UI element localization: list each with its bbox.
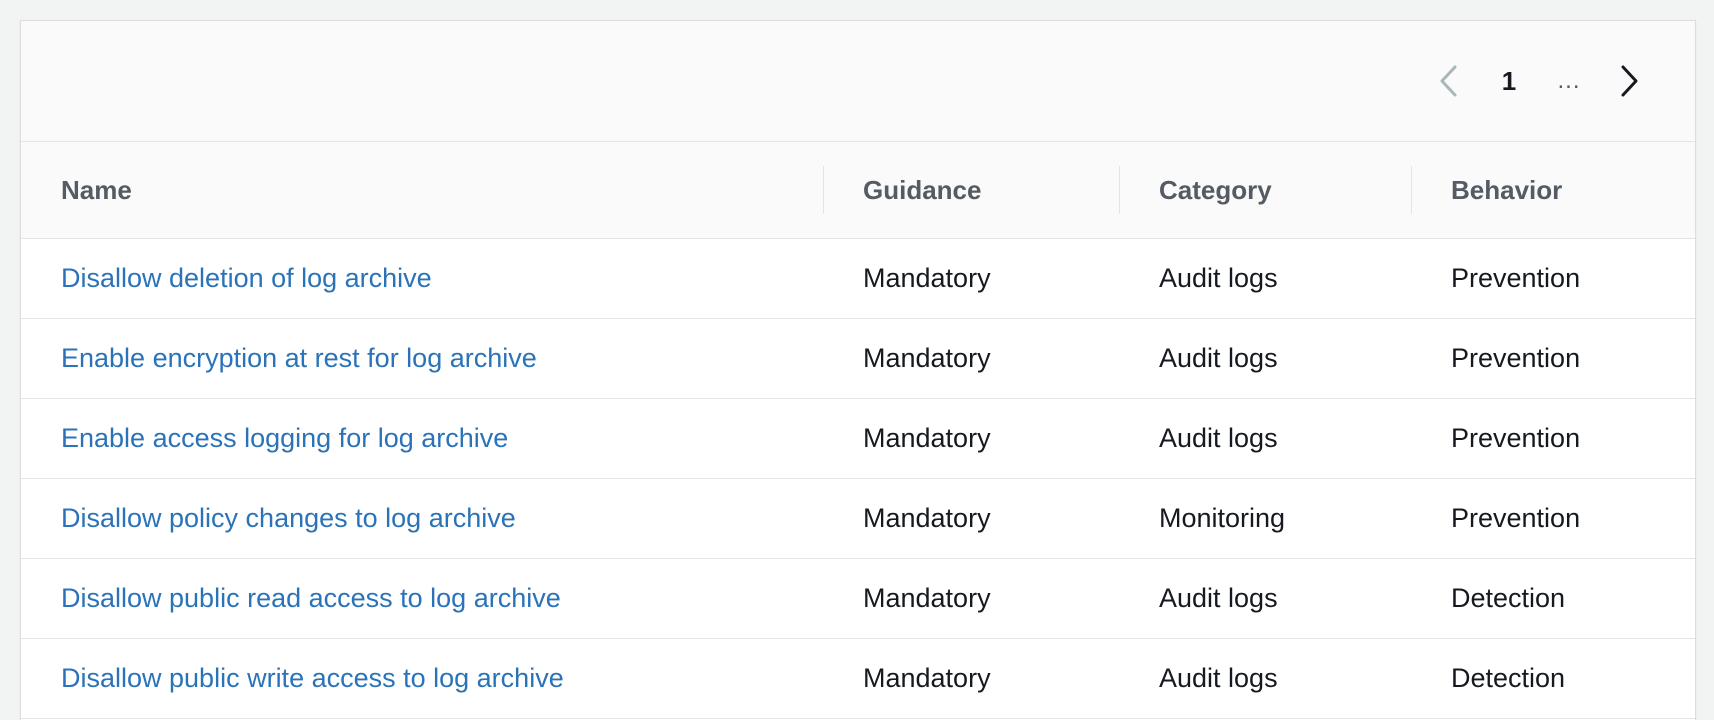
previous-page-button[interactable] [1419,61,1479,101]
next-page-button[interactable] [1599,61,1659,101]
page-number-current[interactable]: 1 [1479,61,1539,101]
chevron-right-icon [1621,65,1638,97]
table-toolbar: 1 ... [21,21,1695,142]
behavior-cell: Prevention [1411,318,1695,399]
column-header-label: Category [1159,174,1272,205]
guardrail-name-link[interactable]: Enable access logging for log archive [61,423,508,453]
category-cell: Audit logs [1119,398,1411,479]
table-row: Enable encryption at rest for log archiv… [21,318,1695,399]
behavior-cell: Detection [1411,638,1695,719]
guardrail-name-link[interactable]: Disallow policy changes to log archive [61,503,516,533]
column-header-label: Name [61,174,132,205]
guidance-cell: Mandatory [823,558,1119,639]
table-row: Disallow public read access to log archi… [21,558,1695,639]
category-cell: Audit logs [1119,318,1411,399]
table-row: Enable access logging for log archive Ma… [21,398,1695,479]
chevron-left-icon [1440,65,1457,97]
column-header-name[interactable]: Name [21,142,823,239]
behavior-cell: Prevention [1411,398,1695,479]
column-divider[interactable] [1411,166,1412,214]
guidance-cell: Mandatory [823,398,1119,479]
category-cell: Audit logs [1119,238,1411,319]
column-header-guidance[interactable]: Guidance [823,142,1119,239]
name-cell: Disallow public read access to log archi… [21,558,823,639]
guidance-cell: Mandatory [823,318,1119,399]
guardrails-table-panel: 1 ... Name Guidance Category Behavior Di… [20,20,1696,720]
guardrails-table: Name Guidance Category Behavior Disallow… [21,142,1695,719]
column-header-label: Behavior [1451,174,1563,205]
behavior-cell: Prevention [1411,238,1695,319]
table-row: Disallow policy changes to log archive M… [21,478,1695,559]
column-divider[interactable] [823,166,824,214]
guardrail-name-link[interactable]: Disallow public read access to log archi… [61,583,561,613]
column-header-label: Guidance [863,174,982,205]
behavior-cell: Detection [1411,558,1695,639]
name-cell: Enable encryption at rest for log archiv… [21,318,823,399]
guidance-cell: Mandatory [823,478,1119,559]
category-cell: Audit logs [1119,558,1411,639]
guardrail-name-link[interactable]: Enable encryption at rest for log archiv… [61,343,537,373]
column-header-category[interactable]: Category [1119,142,1411,239]
name-cell: Disallow deletion of log archive [21,238,823,319]
table-row: Disallow public write access to log arch… [21,638,1695,719]
guardrail-name-link[interactable]: Disallow public write access to log arch… [61,663,564,693]
guardrail-name-link[interactable]: Disallow deletion of log archive [61,263,432,293]
name-cell: Disallow public write access to log arch… [21,638,823,719]
name-cell: Enable access logging for log archive [21,398,823,479]
table-header-row: Name Guidance Category Behavior [21,142,1695,239]
guidance-cell: Mandatory [823,638,1119,719]
behavior-cell: Prevention [1411,478,1695,559]
name-cell: Disallow policy changes to log archive [21,478,823,559]
guidance-cell: Mandatory [823,238,1119,319]
column-header-behavior[interactable]: Behavior [1411,142,1695,239]
category-cell: Monitoring [1119,478,1411,559]
table-row: Disallow deletion of log archive Mandato… [21,238,1695,319]
pagination-ellipsis: ... [1557,67,1581,94]
category-cell: Audit logs [1119,638,1411,719]
column-divider[interactable] [1119,166,1120,214]
pagination: 1 ... [1419,61,1659,101]
